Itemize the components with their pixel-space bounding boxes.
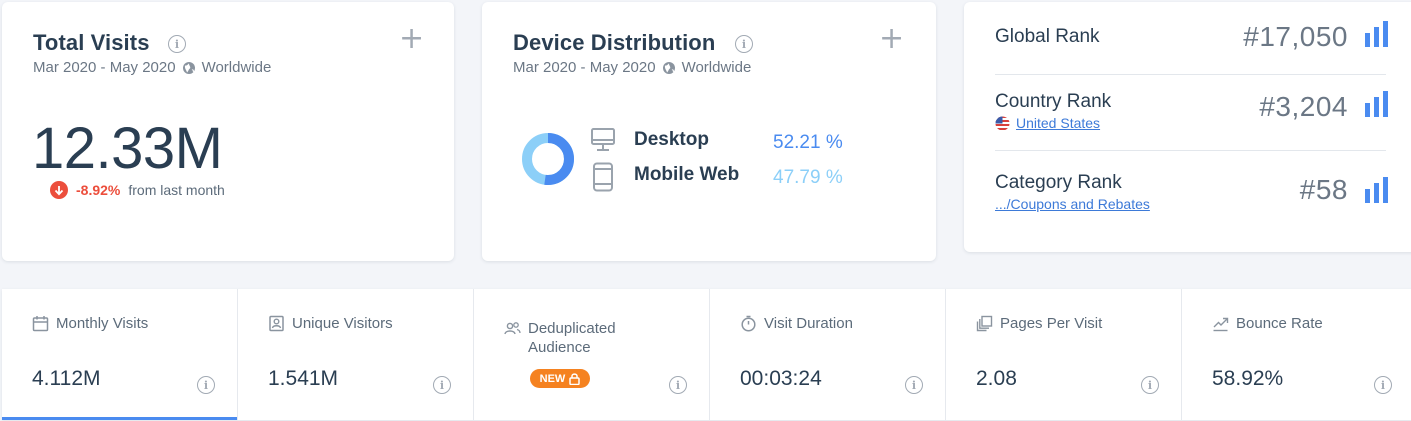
category-rank-row: Category Rank .../Coupons and Rebates #5… <box>995 172 1388 222</box>
ranks-card: Global Rank #17,050 Country Rank United … <box>964 2 1411 252</box>
globe-icon <box>662 61 675 74</box>
info-icon[interactable]: i <box>433 376 451 394</box>
metric-visit-duration[interactable]: Visit Duration 00:03:24 i <box>710 289 946 420</box>
metric-unique-visitors[interactable]: Unique Visitors 1.541M i <box>238 289 474 420</box>
devices-subline: Mar 2020 - May 2020 Worldwide <box>513 59 751 76</box>
desktop-label: Desktop <box>634 129 709 150</box>
metric-label: Bounce Rate <box>1236 315 1323 332</box>
metric-label: Visit Duration <box>764 315 853 332</box>
desktop-percentage: 52.21 % <box>773 132 843 153</box>
new-badge: NEW <box>530 369 590 388</box>
info-icon[interactable]: i <box>1374 376 1392 394</box>
divider <box>995 74 1386 75</box>
devices-period: Mar 2020 - May 2020 <box>513 59 656 76</box>
info-icon[interactable]: i <box>168 35 186 53</box>
info-icon[interactable]: i <box>905 376 923 394</box>
pages-icon <box>976 315 993 332</box>
visits-change: -8.92% from last month <box>50 181 225 199</box>
metric-value: 2.08 <box>976 367 1017 390</box>
device-distribution-card: Device Distribution i + Mar 2020 - May 2… <box>482 2 936 261</box>
metric-value: 58.92% <box>1212 367 1284 390</box>
add-icon[interactable]: + <box>399 24 424 54</box>
metric-bounce-rate[interactable]: Bounce Rate 58.92% i <box>1182 289 1411 420</box>
timer-icon <box>741 315 756 332</box>
visits-period: Mar 2020 - May 2020 <box>33 59 176 76</box>
new-badge-label: NEW <box>539 372 566 385</box>
rank-bars-icon[interactable] <box>1365 21 1388 47</box>
metrics-bar: Monthly Visits 4.112M i Unique Visitors … <box>2 289 1411 420</box>
metric-label: Pages Per Visit <box>1000 315 1103 332</box>
change-text: from last month <box>128 182 225 198</box>
trend-icon <box>1213 317 1229 332</box>
divider <box>995 150 1386 151</box>
metric-pages-per-visit[interactable]: Pages Per Visit 2.08 i <box>946 289 1182 420</box>
people-icon <box>504 322 521 335</box>
global-rank-row: Global Rank #17,050 <box>995 21 1388 66</box>
mobile-icon <box>593 162 613 192</box>
metric-monthly-visits[interactable]: Monthly Visits 4.112M i <box>2 289 238 420</box>
metric-label: Monthly Visits <box>56 315 149 332</box>
metric-label: Deduplicated Audience <box>528 320 616 356</box>
metric-deduplicated-audience[interactable]: Deduplicated Audience NEW i <box>474 289 710 420</box>
mobile-web-percentage: 47.79 % <box>773 167 843 188</box>
device-donut-chart <box>522 133 574 185</box>
country-rank-row: Country Rank United States #3,204 <box>995 91 1388 141</box>
devices-region: Worldwide <box>681 59 752 76</box>
desktop-icon <box>591 128 615 151</box>
country-name[interactable]: United States <box>1016 115 1100 131</box>
global-rank-value: #17,050 <box>1243 21 1348 52</box>
category-rank-value: #58 <box>1299 174 1348 205</box>
arrow-down-icon <box>50 181 68 199</box>
mobile-web-label: Mobile Web <box>634 164 740 185</box>
metric-label: Unique Visitors <box>292 315 393 332</box>
metric-value: 00:03:24 <box>740 367 822 390</box>
globe-icon <box>182 61 195 74</box>
info-icon[interactable]: i <box>669 376 687 394</box>
info-icon[interactable]: i <box>1141 376 1159 394</box>
lock-icon <box>569 373 581 385</box>
calendar-icon <box>32 316 49 332</box>
rank-bars-icon[interactable] <box>1365 91 1388 117</box>
device-distribution-title: Device Distribution <box>513 30 716 55</box>
total-visits-value: 12.33M <box>32 116 223 181</box>
add-icon[interactable]: + <box>879 24 904 54</box>
change-value: -8.92% <box>76 182 121 198</box>
country-rank-value: #3,204 <box>1259 91 1348 122</box>
info-icon[interactable]: i <box>197 376 215 394</box>
user-badge-icon <box>269 315 284 332</box>
metric-value: 1.541M <box>268 367 339 390</box>
info-icon[interactable]: i <box>735 35 753 53</box>
total-visits-card: Total Visits i + Mar 2020 - May 2020 Wor… <box>2 2 454 261</box>
rank-bars-icon[interactable] <box>1365 177 1388 203</box>
category-name[interactable]: .../Coupons and Rebates <box>995 196 1150 212</box>
total-visits-title: Total Visits <box>33 30 150 55</box>
metric-value: 4.112M <box>32 367 101 390</box>
visits-region: Worldwide <box>201 59 272 76</box>
visits-subline: Mar 2020 - May 2020 Worldwide <box>33 59 271 76</box>
us-flag-icon <box>995 116 1010 130</box>
